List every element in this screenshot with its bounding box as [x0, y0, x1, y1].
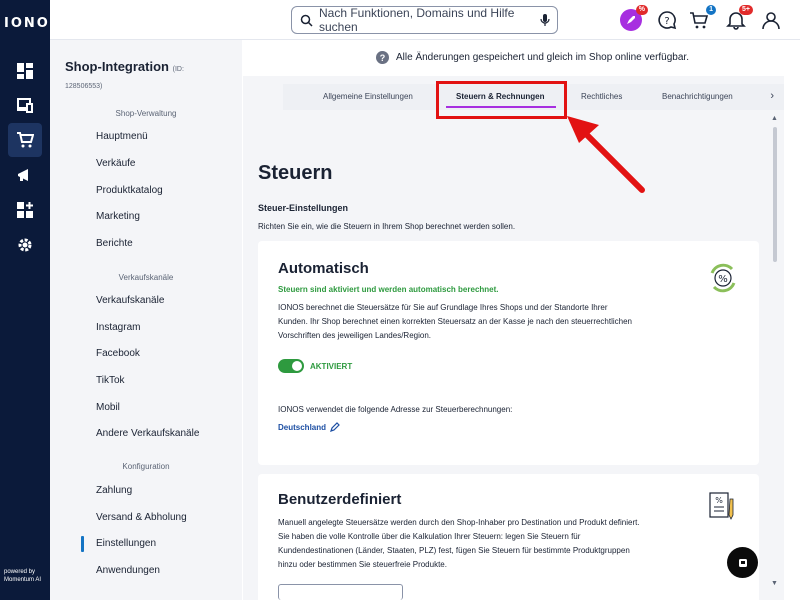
- rail-shop[interactable]: [8, 123, 42, 157]
- shop-title: Shop-Integration (ID:: [65, 59, 184, 74]
- help-chat-button[interactable]: ?: [656, 9, 678, 31]
- rail-settings[interactable]: [8, 228, 42, 262]
- custom-tax-field[interactable]: [278, 584, 403, 600]
- settings-content: Allgemeine Einstellungen Steuern & Rechn…: [243, 76, 784, 600]
- top-bar: Nach Funktionen, Domains und Hilfe suche…: [50, 0, 800, 40]
- section-title: Steuer-Einstellungen: [258, 203, 349, 213]
- custom-tax-card: Benutzerdefiniert % Manuell angelegte St…: [258, 474, 759, 600]
- card-title: Automatisch: [278, 260, 369, 277]
- sidebar-item-berichte[interactable]: Berichte: [96, 238, 133, 249]
- rail-marketing[interactable]: [8, 158, 42, 192]
- rail-dashboard[interactable]: [8, 54, 42, 88]
- scroll-thumb[interactable]: [773, 127, 777, 262]
- content-scrollbar[interactable]: ▲ ▼: [770, 115, 780, 600]
- microphone-icon[interactable]: [539, 13, 551, 27]
- tax-status: Steuern sind aktiviert und werden automa…: [278, 285, 499, 294]
- shop-sidebar: Shop-Integration (ID: 128506553) Shop-Ve…: [50, 40, 242, 600]
- rocket-button[interactable]: %: [620, 5, 648, 31]
- pencil-icon[interactable]: [330, 422, 340, 432]
- tab-allgemeine[interactable]: Allgemeine Einstellungen: [323, 92, 413, 101]
- save-status: ? Alle Änderungen gespeichert und gleich…: [376, 51, 689, 64]
- automatic-tax-card: Automatisch % Steuern sind aktiviert und…: [258, 241, 759, 465]
- megaphone-icon: [18, 169, 28, 181]
- rocket-icon: [627, 16, 635, 24]
- help-chat-icon: ?: [658, 11, 677, 30]
- apps-add-icon: [17, 202, 33, 218]
- tax-toggle[interactable]: [278, 359, 304, 373]
- tab-rechtliches[interactable]: Rechtliches: [581, 92, 622, 101]
- section-label: Verkaufskanäle: [118, 273, 174, 282]
- address-label: IONOS verwendet die folgende Adresse zur…: [278, 405, 513, 414]
- scroll-down-icon[interactable]: ▼: [771, 580, 778, 587]
- scroll-up-icon[interactable]: ▲: [771, 115, 778, 122]
- gear-icon: [18, 238, 32, 252]
- svg-text:%: %: [718, 274, 728, 285]
- question-icon: ?: [376, 51, 389, 64]
- tax-percent-icon: %: [710, 263, 736, 293]
- tab-benachrichtigungen[interactable]: Benachrichtigungen: [662, 92, 733, 101]
- search-input[interactable]: Nach Funktionen, Domains und Hilfe suche…: [319, 6, 539, 34]
- chat-fab-button[interactable]: [727, 547, 758, 578]
- active-indicator: [81, 536, 84, 552]
- sidebar-item-tiktok[interactable]: TikTok: [96, 375, 125, 386]
- cart-badge: 1: [706, 5, 716, 15]
- address-link[interactable]: Deutschland: [278, 422, 340, 432]
- sidebar-item-zahlung[interactable]: Zahlung: [96, 485, 132, 496]
- section-description: Richten Sie ein, wie die Steuern in Ihre…: [258, 222, 516, 231]
- search-icon: [300, 14, 313, 27]
- sidebar-item-verkaufskanale[interactable]: Verkaufskanäle: [96, 295, 164, 306]
- notifications-button[interactable]: 5+: [725, 5, 753, 31]
- rail-devices[interactable]: [8, 88, 42, 122]
- sidebar-item-instagram[interactable]: Instagram: [96, 322, 140, 333]
- search-box[interactable]: Nach Funktionen, Domains und Hilfe suche…: [291, 6, 558, 34]
- powered-by: powered by Momentum AI: [4, 569, 42, 583]
- dashboard-icon: [17, 63, 33, 79]
- card-body: IONOS berechnet die Steuersätze für Sie …: [278, 303, 633, 340]
- cart-button[interactable]: 1: [688, 5, 716, 31]
- devices-icon: [17, 98, 33, 113]
- tax-document-icon: %: [709, 492, 734, 520]
- rail-apps[interactable]: [8, 193, 42, 227]
- sidebar-item-versand[interactable]: Versand & Abholung: [96, 512, 187, 523]
- shop-id: 128506553): [65, 83, 103, 90]
- main-rail: IONOS powered by Momentum AI: [0, 0, 59, 600]
- sidebar-item-verkaufe[interactable]: Verkäufe: [96, 158, 135, 169]
- sidebar-item-anwendungen[interactable]: Anwendungen: [96, 565, 160, 576]
- card-title: Benutzerdefiniert: [278, 491, 402, 508]
- toggle-label: AKTIVIERT: [310, 362, 353, 371]
- sidebar-item-einstellungen[interactable]: Einstellungen: [96, 538, 156, 549]
- sidebar-item-hauptmenu[interactable]: Hauptmenü: [96, 131, 148, 142]
- section-label: Shop-Verwaltung: [115, 109, 177, 118]
- sidebar-item-facebook[interactable]: Facebook: [96, 348, 140, 359]
- page-title: Steuern: [258, 162, 333, 184]
- sidebar-item-marketing[interactable]: Marketing: [96, 211, 140, 222]
- chevron-right-icon[interactable]: ›: [770, 90, 774, 102]
- cart-icon: [17, 132, 34, 148]
- chat-square-icon: [738, 558, 747, 567]
- card-body: Manuell angelegte Steuersätze werden dur…: [278, 518, 640, 569]
- annotation-highlight-box: [436, 81, 567, 119]
- svg-text:?: ?: [664, 16, 669, 27]
- sidebar-item-produktkatalog[interactable]: Produktkatalog: [96, 185, 163, 196]
- svg-text:%: %: [715, 496, 723, 505]
- section-label: Konfiguration: [122, 462, 170, 471]
- user-icon: [762, 12, 780, 30]
- bell-badge: 5+: [739, 5, 753, 15]
- account-button[interactable]: [760, 9, 782, 31]
- sidebar-item-andere[interactable]: Andere Verkaufskanäle: [96, 428, 199, 439]
- rocket-badge: %: [635, 5, 648, 15]
- sidebar-item-mobil[interactable]: Mobil: [96, 402, 120, 413]
